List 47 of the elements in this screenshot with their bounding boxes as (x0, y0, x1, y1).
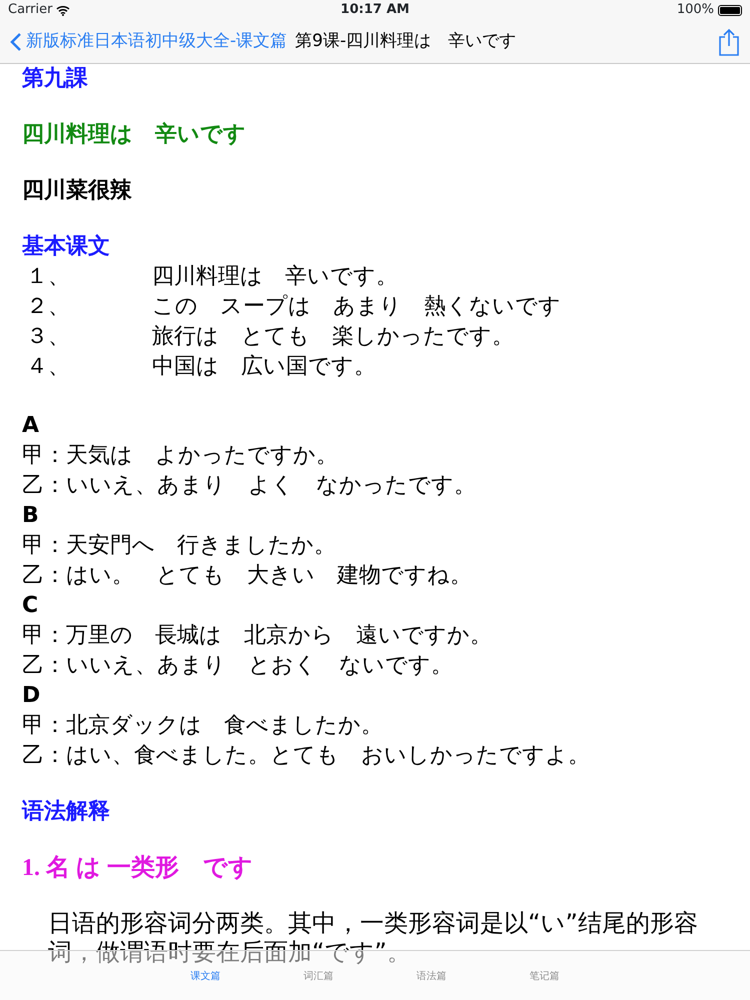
battery-percent: 100% (676, 1, 714, 20)
wifi-icon (56, 4, 70, 16)
section-heading: 语法解释 (22, 798, 111, 826)
back-chevron-icon (10, 32, 22, 52)
sentence-number: ２、 (25, 293, 71, 321)
speaker-label: 乙： (22, 652, 66, 680)
dialog-line: いいえ、あまり とおく ないです。 (66, 652, 453, 680)
dialog-line: 天気は よかったですか。 (66, 442, 338, 470)
dialog-label: D (22, 682, 42, 710)
dialog-line: いいえ、あまり よく なかったです。 (66, 472, 476, 500)
dialog-line: 天安門へ 行きましたか。 (66, 532, 336, 560)
dialog-label: B (22, 502, 40, 530)
lesson-title: 第九課 (22, 65, 89, 93)
dialog-label: A (22, 412, 40, 440)
sentence-number: １、 (25, 263, 71, 291)
dialog-line: はい。 とても 大きい 建物ですね。 (66, 562, 472, 590)
share-icon[interactable] (718, 28, 740, 56)
dialog-line: 万里の 長城は 北京から 遠いですか。 (66, 622, 492, 650)
dialog-line: はい、食べました。とても おいしかったですよ。 (66, 742, 590, 770)
sentence-text: この スープは あまり 熱くないです (152, 293, 561, 321)
sentence-text: 四川料理は 辛いです。 (152, 263, 398, 291)
chinese-title: 四川菜很辣 (22, 177, 133, 205)
speaker-label: 乙： (22, 742, 66, 770)
time-label: 10:17 AM (340, 1, 410, 20)
speaker-label: 甲： (22, 532, 66, 560)
sentence-number: ４、 (25, 353, 71, 381)
battery-icon (718, 4, 742, 16)
sentence-number: ３、 (25, 323, 71, 351)
nav-title: 第9课-四川料理は 辛いです (295, 30, 516, 53)
carrier-label: Carrier (8, 1, 52, 20)
tab-bar-item[interactable]: 笔记篇 (530, 969, 560, 984)
speaker-label: 甲： (22, 622, 66, 650)
tab-bar-item[interactable]: 语法篇 (416, 969, 446, 984)
tab-bar-item[interactable]: 课文篇 (190, 969, 220, 984)
speaker-label: 乙： (22, 472, 66, 500)
speaker-label: 乙： (22, 562, 66, 590)
speaker-label: 甲： (22, 442, 66, 470)
back-button[interactable]: 新版标准日本语初中级大全-课文篇 (10, 28, 288, 54)
tab-bar-item[interactable]: 词汇篇 (304, 969, 334, 984)
grammar-point-title: 1. 名 は 一类形 です (22, 854, 254, 883)
section-heading: 基本课文 (22, 233, 111, 261)
dialog-line: 北京ダックは 食べましたか。 (66, 712, 383, 740)
speaker-label: 甲： (22, 712, 66, 740)
sentence-text: 中国は 広い国です。 (152, 353, 376, 381)
dialog-label: C (22, 592, 40, 620)
sentence-text: 旅行は とても 楽しかったです。 (152, 323, 514, 351)
japanese-title: 四川料理は 辛いです (22, 120, 247, 149)
